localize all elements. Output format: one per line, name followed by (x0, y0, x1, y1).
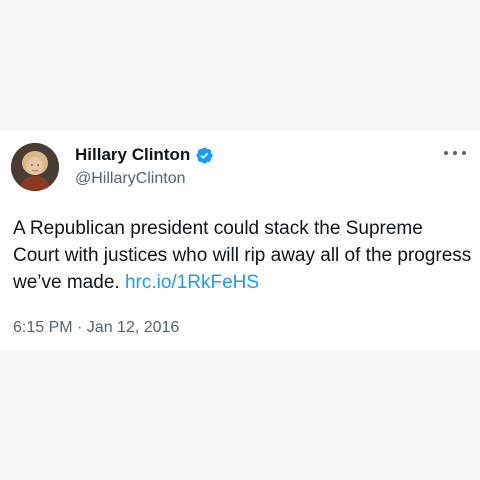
author-display-name[interactable]: Hillary Clinton (75, 145, 190, 165)
author-name-row: Hillary Clinton (75, 145, 214, 165)
dot-icon (462, 151, 466, 155)
verified-badge-icon (195, 146, 214, 165)
avatar[interactable] (11, 143, 59, 191)
tweet-card[interactable]: Hillary Clinton @HillaryClinton A Republ… (0, 131, 480, 350)
dot-icon (453, 151, 457, 155)
author-handle[interactable]: @HillaryClinton (75, 170, 186, 188)
tweet-link[interactable]: hrc.io/1RkFeHS (125, 272, 259, 293)
tweet-timestamp[interactable]: 6:15 PM · Jan 12, 2016 (13, 319, 179, 337)
more-options-icon[interactable] (444, 147, 466, 159)
tweet-body: A Republican president could stack the S… (13, 215, 473, 296)
dot-icon (444, 151, 448, 155)
profile-photo-icon (11, 143, 59, 191)
